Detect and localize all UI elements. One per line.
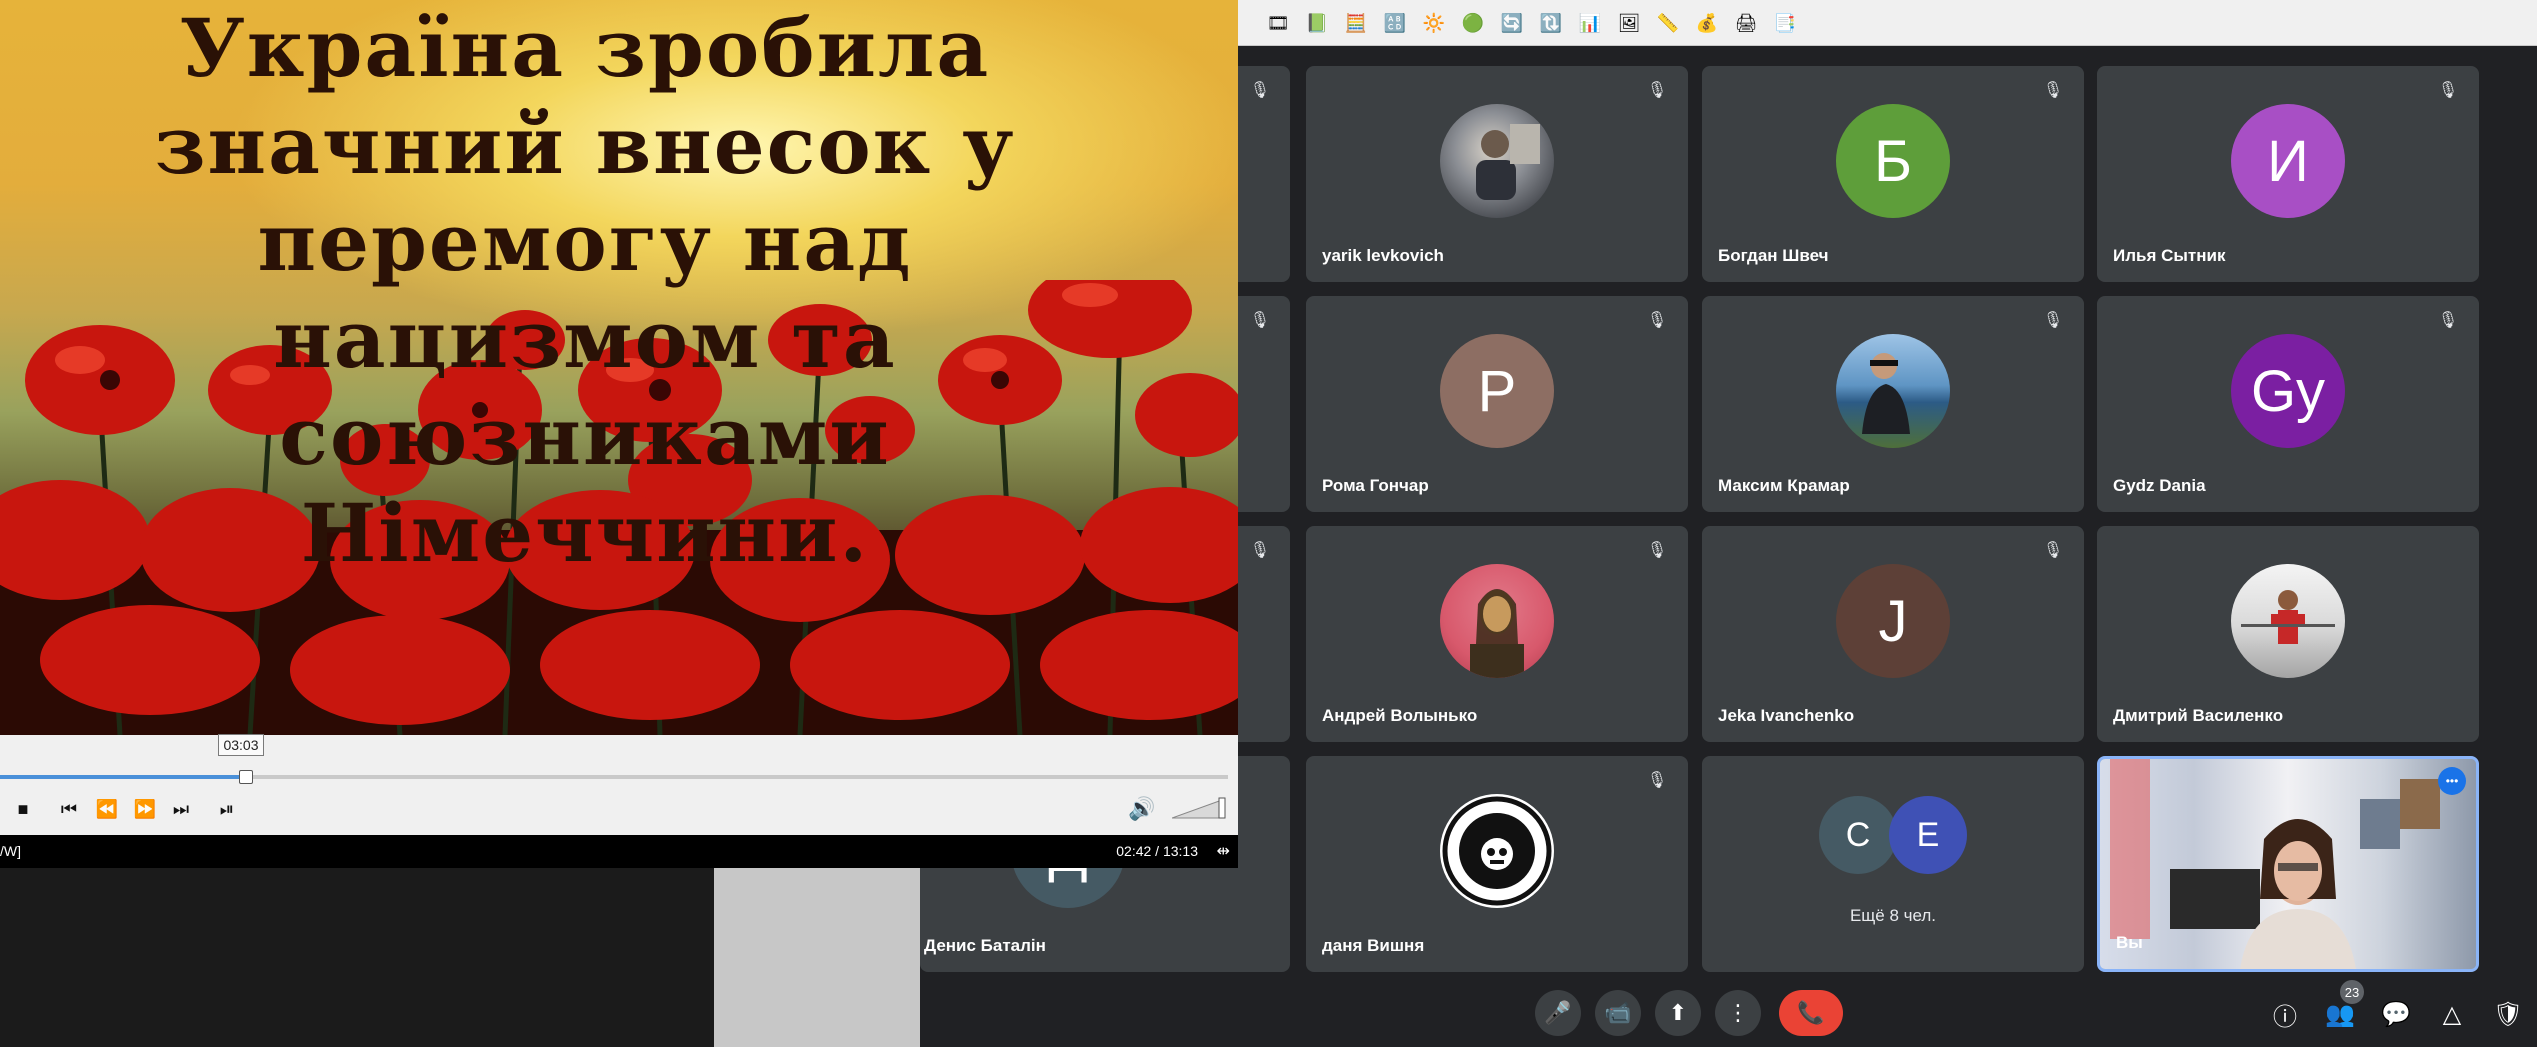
participant-tile[interactable]: 🎙 yarik levkovich <box>1306 66 1688 282</box>
participant-avatar: Р <box>1440 334 1554 448</box>
more-avatar-2: E <box>1889 796 1967 874</box>
participant-name: Рома Гончар <box>1322 476 1429 495</box>
participant-avatar: Gy <box>2231 334 2345 448</box>
participant-photo <box>1440 104 1554 218</box>
toolbar-icon[interactable]: 🧮 <box>1340 7 1372 39</box>
previous-button[interactable]: ⏮ <box>56 796 82 822</box>
extend-icon[interactable]: ⇹ <box>1217 841 1230 861</box>
participant-name: Богдан Швеч <box>1718 246 1829 265</box>
participant-tile[interactable]: Дмитрий Василенко <box>2097 526 2479 742</box>
self-more-button[interactable]: ••• <box>2438 767 2466 795</box>
stop-button[interactable]: ■ <box>10 796 36 822</box>
mic-off-icon: 🎙 <box>2437 82 2459 99</box>
toolbar-icon[interactable]: 🖨 <box>1730 7 1762 39</box>
mic-button[interactable]: 🎤 <box>1535 990 1581 1036</box>
seek-bar[interactable] <box>0 775 1228 779</box>
app-toolbar: 🎞 📗 🧮 🔠 🔆 🟢 🔄 🔃 📊 🖼 📏 💰 🖨 📑 <box>1238 0 2537 46</box>
camera-button[interactable]: 📹 <box>1595 990 1641 1036</box>
toolbar-icon[interactable]: 💰 <box>1691 7 1723 39</box>
chat-icon[interactable]: 💬 <box>2378 996 2414 1032</box>
more-participants-label: Ещё 8 чел. <box>1849 906 1937 925</box>
participant-name: Максим Крамар <box>1718 476 1850 495</box>
mic-off-icon: 🎙 <box>1646 772 1668 789</box>
frame-step-button[interactable]: ⏯ <box>214 796 240 822</box>
hangup-button[interactable]: 📞 <box>1779 990 1843 1036</box>
toolbar-icon[interactable]: 🔠 <box>1379 7 1411 39</box>
seek-fill <box>0 775 246 779</box>
status-text: /W] <box>0 843 21 859</box>
more-avatar-1: C <box>1819 796 1897 874</box>
toolbar-icon[interactable]: 🔃 <box>1535 7 1567 39</box>
participant-avatar: J <box>1836 564 1950 678</box>
toolbar-icon[interactable]: 🔆 <box>1418 7 1450 39</box>
participant-tile[interactable]: 🎙 Gy Gydz Dania <box>2097 296 2479 512</box>
participant-name: Дмитрий Василенко <box>2113 706 2284 725</box>
host-controls-icon[interactable]: 🛡 <box>2490 996 2526 1032</box>
toolbar-icon[interactable]: 📏 <box>1652 7 1684 39</box>
screen: 🎞 📗 🧮 🔠 🔆 🟢 🔄 🔃 📊 🖼 📏 💰 🖨 📑 🎙 🎙 🎙 🎙 yari… <box>0 0 2537 1047</box>
info-icon[interactable]: ⓘ <box>2267 996 2303 1032</box>
activities-icon[interactable]: △ <box>2434 996 2470 1032</box>
participant-tile[interactable]: 🎙 Р Рома Гончар <box>1306 296 1688 512</box>
toolbar-icon[interactable]: 📑 <box>1769 7 1801 39</box>
status-bar: /W] 02:42 / 13:13 ⇹ <box>0 835 1238 868</box>
toolbar-icon[interactable]: 🎞 <box>1262 7 1294 39</box>
rewind-button[interactable]: ⏪ <box>94 796 120 822</box>
mic-off-icon: 🎙 <box>2042 542 2064 559</box>
participant-tile[interactable]: 🎙 Б Богдан Швеч <box>1702 66 2084 282</box>
participant-name: yarik levkovich <box>1322 246 1444 265</box>
mic-off-icon: 🎙 <box>1646 542 1668 559</box>
participant-name: Андрей Волынько <box>1322 706 1478 725</box>
video-player-window: Україна зробила значний внесок у перемог… <box>0 0 1238 868</box>
next-button[interactable]: ⏭ <box>168 796 194 822</box>
forward-button[interactable]: ⏩ <box>132 796 158 822</box>
participant-name: Илья Сытник <box>2113 246 2226 265</box>
participant-tile[interactable]: 🎙 даня Вишня <box>1306 756 1688 972</box>
participant-tile[interactable]: 🎙 J Jeka Ivanchenko <box>1702 526 2084 742</box>
mic-off-icon: 🎙 <box>2042 82 2064 99</box>
seek-tooltip: 03:03 <box>218 734 264 756</box>
self-name: Вы <box>2116 933 2143 952</box>
participant-photo <box>1836 334 1950 448</box>
more-options-button[interactable]: ⋮ <box>1715 990 1761 1036</box>
participant-avatar: И <box>2231 104 2345 218</box>
mic-off-icon: 🎙 <box>2042 312 2064 329</box>
slide-title: Україна зробила значний внесок у перемог… <box>154 1 1016 580</box>
self-video <box>2100 759 2476 969</box>
toolbar-icon[interactable]: 🟢 <box>1457 7 1489 39</box>
playback-time: 02:42 / 13:13 <box>1116 843 1198 859</box>
mic-off-icon: 🎙 <box>2437 312 2459 329</box>
toolbar-icon[interactable]: 📗 <box>1301 7 1333 39</box>
volume-slider[interactable] <box>1172 796 1230 820</box>
mic-off-icon: 🎙 <box>1249 82 1270 99</box>
toolbar-icon[interactable]: 🔄 <box>1496 7 1528 39</box>
participant-photo <box>1440 794 1554 908</box>
present-button[interactable]: ⬆ <box>1655 990 1701 1036</box>
mic-off-icon: 🎙 <box>1249 312 1270 329</box>
mic-off-icon: 🎙 <box>1646 312 1668 329</box>
participant-avatar: Б <box>1836 104 1950 218</box>
people-count-badge: 23 <box>2340 980 2364 1004</box>
participant-tile[interactable]: 🎙 Максим Крамар <box>1702 296 2084 512</box>
self-video-tile[interactable]: ••• Вы <box>2097 756 2479 972</box>
mic-off-icon: 🎙 <box>1646 82 1668 99</box>
participant-name: даня Вишня <box>1322 936 1425 955</box>
seek-handle[interactable] <box>238 770 253 784</box>
participant-tile[interactable]: 🎙 Андрей Волынько <box>1306 526 1688 742</box>
toolbar-icon[interactable]: 📊 <box>1574 7 1606 39</box>
participant-photo <box>1440 564 1554 678</box>
participant-name: Jeka Ivanchenko <box>1718 706 1855 725</box>
participant-name: Денис Баталін <box>924 936 1046 955</box>
participant-name: Gydz Dania <box>2113 476 2206 495</box>
participant-tile[interactable]: 🎙 И Илья Сытник <box>2097 66 2479 282</box>
toolbar-icon[interactable]: 🖼 <box>1613 7 1645 39</box>
video-frame[interactable]: Україна зробила значний внесок у перемог… <box>0 0 1238 735</box>
participant-photo <box>2231 564 2345 678</box>
mic-off-icon: 🎙 <box>1249 542 1270 559</box>
volume-icon[interactable]: 🔊 <box>1128 796 1155 822</box>
more-participants-tile[interactable]: C E Ещё 8 чел. <box>1702 756 2084 972</box>
desktop-gray-region <box>714 860 920 1047</box>
desktop-background <box>0 860 714 1047</box>
